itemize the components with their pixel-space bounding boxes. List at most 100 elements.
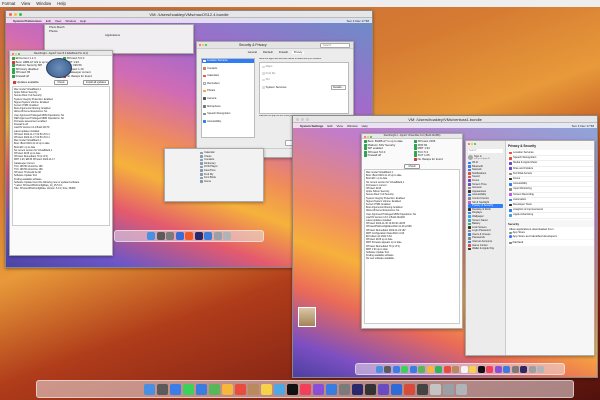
launchpad-icon[interactable] (384, 365, 392, 373)
sidebar-item-microphone[interactable]: Microphone (202, 105, 254, 109)
finder-icon[interactable] (375, 365, 383, 373)
location-row[interactable]: Siri (262, 78, 346, 82)
trash-icon[interactable] (223, 232, 231, 240)
hash-icon[interactable] (416, 383, 428, 395)
maps-icon[interactable] (418, 365, 426, 373)
install-updates-button[interactable]: Install all updates (82, 80, 109, 85)
notes-icon[interactable] (260, 383, 272, 395)
desktop-image-icon[interactable] (298, 307, 316, 327)
tv-icon[interactable] (286, 383, 298, 395)
silentknight-window[interactable]: SilentKnight - Apple® Intel i5 0 (MacBoo… (9, 50, 113, 256)
reminders-icon[interactable] (460, 365, 468, 373)
launchpad-icon[interactable] (156, 383, 168, 395)
silentknight-icon[interactable] (351, 383, 363, 395)
guest-menu-app[interactable]: System Settings (300, 124, 323, 128)
radio-identified-devs[interactable]: App Store and identified developers (509, 234, 593, 239)
messages-icon[interactable] (401, 365, 409, 373)
guest-menu-edit[interactable]: Edit (46, 19, 51, 23)
host-menu-3[interactable]: Help (57, 1, 66, 6)
app-store-icon[interactable] (503, 365, 511, 373)
sidebar-item-speech[interactable]: Speech Recognition (202, 112, 254, 116)
check-button[interactable]: Check (404, 164, 420, 169)
trash-icon[interactable] (455, 383, 467, 395)
guest-menu-edit[interactable]: Edit (327, 124, 332, 128)
music-icon[interactable] (486, 365, 494, 373)
swift-icon[interactable] (185, 232, 193, 240)
app-store-icon[interactable] (325, 383, 337, 395)
messages-icon[interactable] (182, 383, 194, 395)
sidebar-item-location[interactable]: Location Services (202, 59, 254, 63)
trash-icon[interactable] (537, 365, 545, 373)
silentknight-titlebar[interactable]: SilentKnight - Apple® Intel i5 0 (MacBoo… (10, 51, 112, 56)
vm-window-titlebar[interactable]: VM: /Users/hoakley/VMs/ventura1.bundle (293, 116, 597, 123)
notes-icon[interactable] (469, 365, 477, 373)
maps-icon[interactable] (208, 383, 220, 395)
sidebar-item-contacts[interactable]: Contacts (202, 67, 254, 71)
system-settings-icon[interactable] (338, 383, 350, 395)
tab-privacy[interactable]: Privacy (291, 51, 305, 54)
launchpad-icon[interactable] (156, 232, 165, 240)
calendar-icon[interactable] (443, 365, 451, 373)
finder-applications-window[interactable]: Calendar Chess Contacts Dictionary DVD Playe… (164, 148, 264, 202)
tv-icon[interactable] (477, 365, 485, 373)
guest-menu-app[interactable]: System Preferences (13, 19, 42, 23)
podcasts-icon[interactable] (312, 383, 324, 395)
host-menu-1[interactable]: View (21, 1, 30, 6)
filevault-row[interactable]: FileVault (508, 240, 594, 246)
app-store-icon[interactable] (175, 232, 184, 240)
contacts-icon[interactable] (452, 365, 460, 373)
system-settings-icon[interactable] (511, 365, 519, 373)
folder-icon[interactable] (213, 232, 222, 240)
finder-icon[interactable] (147, 232, 155, 240)
finder-item[interactable]: Applications (45, 34, 193, 37)
guest-menu-help[interactable]: Help (80, 19, 86, 23)
calendar-icon[interactable] (234, 383, 246, 395)
safari-icon[interactable] (169, 383, 181, 395)
tab-filevault[interactable]: FileVault (261, 51, 275, 54)
photos-icon[interactable] (426, 365, 434, 373)
xcode-icon[interactable] (273, 383, 285, 395)
music-icon[interactable] (299, 383, 311, 395)
host-menu-2[interactable]: Window (36, 1, 51, 6)
sidebar-item-calendars[interactable]: Calendars (202, 74, 254, 78)
folder-icon[interactable] (442, 383, 454, 395)
mail-icon[interactable] (195, 383, 207, 395)
guest-menu-view[interactable]: View (337, 124, 343, 128)
bbedit-icon[interactable] (403, 383, 415, 395)
sidebar-item-accessibility[interactable]: Accessibility (202, 120, 254, 124)
photos-icon[interactable] (221, 383, 233, 395)
contacts-icon[interactable] (247, 383, 259, 395)
silentknight-icon[interactable] (194, 232, 203, 240)
search-input[interactable]: Search (320, 43, 350, 48)
finder-app-item[interactable]: Home (200, 180, 259, 184)
tab-firewall[interactable]: Firewall (277, 51, 290, 54)
host-menu-0[interactable]: Format (2, 1, 15, 6)
location-row[interactable]: Maps (262, 65, 346, 69)
safari-icon[interactable] (392, 365, 400, 373)
details-button[interactable]: Details... (331, 84, 346, 91)
activity-icon[interactable] (390, 383, 402, 395)
folder-icon[interactable] (528, 365, 536, 373)
silentknight-icon[interactable] (520, 365, 528, 373)
vm-window-ventura[interactable]: VM: /Users/hoakley/VMs/ventura1.bundle S… (292, 115, 598, 378)
sidebar-item-photos[interactable]: Photos (202, 89, 254, 93)
silentknight-window[interactable]: SilentKnight 2 - Apple® Virtual Mac 13.0… (361, 133, 463, 329)
privacy-row[interactable]: Apple Advertising (509, 213, 593, 219)
close-button[interactable] (9, 13, 12, 16)
system-preferences-icon[interactable] (204, 232, 212, 240)
vm-window-controls[interactable] (9, 13, 22, 16)
sidebar-item-reminders[interactable]: Reminders (202, 82, 254, 86)
apple-id-signin[interactable]: Sign in with your Apple ID (466, 154, 505, 161)
viable-icon[interactable] (377, 383, 389, 395)
settings-search-input[interactable]: Search (468, 149, 503, 153)
guest-menu-view[interactable]: View (55, 19, 61, 23)
zoom-button[interactable] (19, 13, 22, 16)
guest-menu-window[interactable]: Window (347, 124, 358, 128)
settings-icon[interactable] (166, 232, 174, 240)
mail-icon[interactable] (409, 365, 417, 373)
location-row[interactable]: System Services Details... (262, 84, 346, 91)
podcasts-icon[interactable] (494, 365, 502, 373)
terminal-icon[interactable] (364, 383, 376, 395)
sidebar-item-setting[interactable]: Wallet & Apple Pay (468, 247, 503, 251)
sidebar-item-camera[interactable]: Camera (202, 97, 254, 101)
